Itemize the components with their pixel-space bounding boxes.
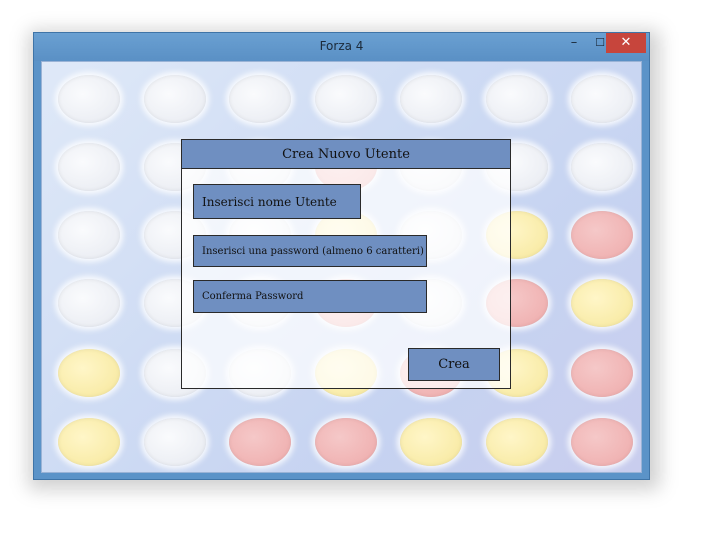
create-button[interactable]: Crea	[408, 348, 500, 381]
white-disc	[571, 143, 633, 191]
app-window: Forza 4 – ☐ ✕ Crea Nuovo Utente Inserisc…	[33, 32, 650, 480]
yellow-disc	[400, 418, 462, 466]
white-disc	[571, 75, 633, 123]
confirm-password-input[interactable]: Conferma Password	[193, 280, 427, 313]
yellow-disc	[571, 279, 633, 327]
password-input[interactable]: Inserisci una password (almeno 6 caratte…	[193, 235, 427, 267]
white-disc	[58, 211, 120, 259]
yellow-disc	[58, 349, 120, 397]
white-disc	[315, 75, 377, 123]
username-input[interactable]: Inserisci nome Utente	[193, 184, 361, 219]
red-disc	[571, 211, 633, 259]
yellow-disc	[486, 418, 548, 466]
game-area: Crea Nuovo Utente Inserisci nome Utente …	[41, 61, 642, 473]
white-disc	[58, 75, 120, 123]
close-icon[interactable]: ✕	[606, 33, 646, 53]
dialog-title: Crea Nuovo Utente	[182, 140, 510, 169]
yellow-disc	[58, 418, 120, 466]
white-disc	[486, 75, 548, 123]
red-disc	[571, 349, 633, 397]
red-disc	[315, 418, 377, 466]
white-disc	[229, 75, 291, 123]
red-disc	[571, 418, 633, 466]
white-disc	[144, 75, 206, 123]
white-disc	[58, 143, 120, 191]
white-disc	[144, 418, 206, 466]
red-disc	[229, 418, 291, 466]
title-bar[interactable]: Forza 4 – ☐ ✕	[34, 33, 649, 61]
minimize-icon[interactable]: –	[561, 35, 587, 53]
white-disc	[400, 75, 462, 123]
white-disc	[58, 279, 120, 327]
window-title: Forza 4	[319, 39, 364, 53]
create-user-dialog: Crea Nuovo Utente Inserisci nome Utente …	[181, 139, 511, 389]
